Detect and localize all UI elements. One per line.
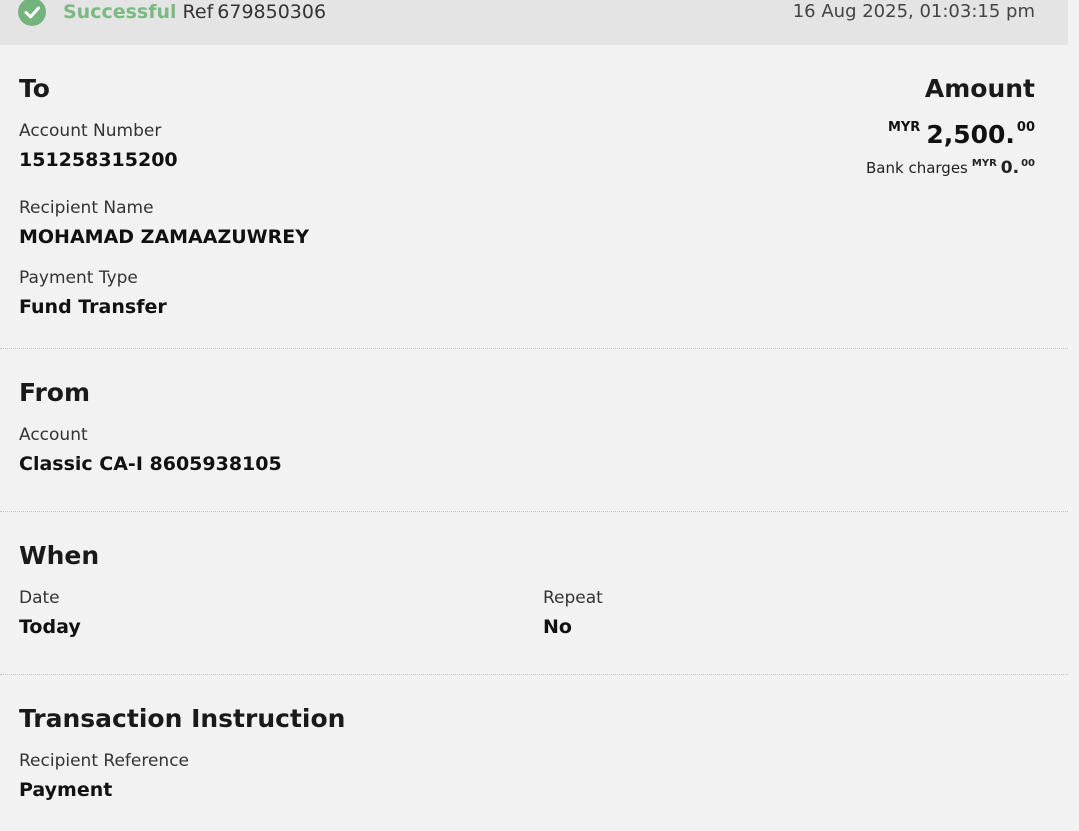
status-bar: Successful Ref 679850306 16 Aug 2025, 01:0… [0,0,1068,45]
recipient-reference-label: Recipient Reference [19,751,189,771]
transaction-instruction-heading: Transaction Instruction [19,704,346,733]
amount-heading: Amount [924,74,1035,103]
ref-number: 679850306 [217,1,327,23]
recipient-reference-value: Payment [19,779,113,801]
from-heading: From [19,378,91,407]
payment-type-value: Fund Transfer [19,296,167,318]
payment-type-label: Payment Type [19,268,138,288]
transfer-receipt: Successful Ref 679850306 16 Aug 2025, 01:0… [0,0,1068,831]
repeat-value: No [543,616,572,638]
check-circle-icon [18,0,46,26]
when-heading: When [19,541,100,570]
from-account-value: Classic CA-I 8605938105 [19,453,282,475]
section-divider [0,674,1068,675]
from-account-label: Account [19,425,88,445]
status-summary: Successful Ref 679850306 [63,0,326,24]
amount-cents: 00 [1016,120,1035,135]
recipient-name-label: Recipient Name [19,198,154,218]
bank-charges-whole: 0. [1000,158,1020,178]
ref-label: Ref [182,1,214,23]
transaction-timestamp: 16 Aug 2025, 01:03:15 pm [792,1,1035,22]
bank-charges-currency: MYR [971,158,997,169]
recipient-name-value: MOHAMAD ZAMAAZUWREY [19,226,309,248]
status-label: Successful [63,1,177,23]
repeat-label: Repeat [543,588,603,608]
bank-charges-label: Bank charges [866,159,968,177]
section-divider [0,511,1068,512]
bank-charges: Bank charges MYR 0. 00 [866,158,1035,178]
to-heading: To [19,74,50,103]
amount-currency: MYR [887,120,921,135]
account-number-value: 151258315200 [19,149,178,171]
section-divider [0,348,1068,349]
date-value: Today [19,616,81,638]
amount-whole: 2,500. [926,120,1015,149]
bank-charges-cents: 00 [1021,158,1035,169]
date-label: Date [19,588,60,608]
account-number-label: Account Number [19,121,162,141]
amount-value: MYR 2,500. 00 [888,120,1035,149]
